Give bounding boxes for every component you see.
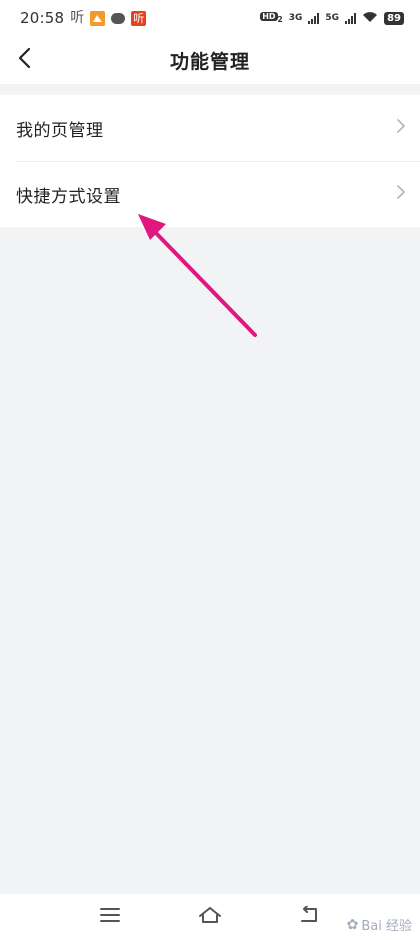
wifi-icon <box>362 9 378 27</box>
home-icon <box>198 906 222 928</box>
list-item-label: 快捷方式设置 <box>16 186 121 207</box>
chat-bubble-icon <box>111 12 126 24</box>
back-icon <box>299 905 321 928</box>
chevron-right-icon <box>396 118 406 138</box>
status-time: 20:58 <box>20 9 65 27</box>
hd-sub: 2 <box>277 14 283 24</box>
hd-indicator: HD 2 <box>260 12 283 24</box>
signal-3g-icon <box>308 12 320 24</box>
status-left: 20:58 听 听 <box>20 9 147 27</box>
chevron-right-icon <box>396 184 406 204</box>
watermark-text: Bai 经验 <box>361 919 412 934</box>
list-item-label: 我的页管理 <box>16 120 104 141</box>
news-app-icon <box>90 10 106 26</box>
network-5g-label: 5G <box>325 13 340 23</box>
paw-logo-icon: ✿ <box>346 916 359 933</box>
chevron-left-icon <box>16 47 36 73</box>
battery-indicator: 89 <box>384 11 404 25</box>
ting-app-icon: 听 <box>70 9 85 26</box>
list-item-my-page-management[interactable]: 我的页管理 <box>0 95 420 161</box>
signal-5g-icon <box>345 12 357 24</box>
status-bar: 20:58 听 听 HD 2 3G 5G 89 <box>0 0 420 36</box>
back-nav-button[interactable] <box>290 897 330 937</box>
ting-red-app-icon: 听 <box>131 10 147 26</box>
baidu-jingyan-watermark: ✿ Bai 经验 <box>346 915 412 935</box>
home-button[interactable] <box>190 897 230 937</box>
menu-button[interactable] <box>90 897 130 937</box>
network-3g-label: 3G <box>288 13 303 23</box>
menu-icon <box>100 907 120 927</box>
back-button[interactable] <box>8 42 44 78</box>
status-right: HD 2 3G 5G 89 <box>260 9 404 27</box>
settings-list: 我的页管理 快捷方式设置 <box>0 95 420 227</box>
list-item-shortcut-settings[interactable]: 快捷方式设置 <box>0 161 420 227</box>
header: 功能管理 <box>0 36 420 84</box>
page-title: 功能管理 <box>169 50 250 73</box>
